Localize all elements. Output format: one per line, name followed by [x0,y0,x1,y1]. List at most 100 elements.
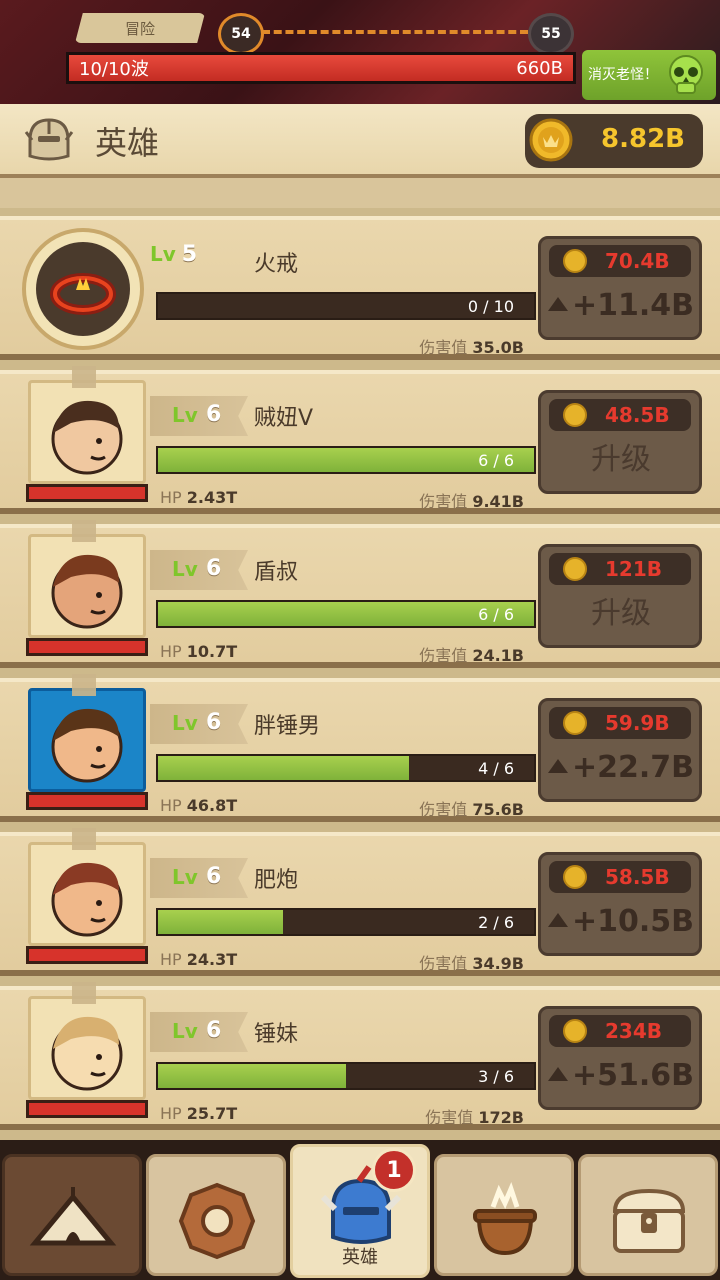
hp-label: HP [160,642,182,661]
hero-progress-fill [158,910,284,934]
list-top-stub [0,178,720,208]
hero-damage: 伤害值 34.9B [419,950,524,974]
damage-value: 35.0B [472,338,524,357]
coin-icon [563,711,587,735]
hero-name: 盾叔 [254,560,299,585]
hero-progress-bar: 4 / 6 [156,754,536,782]
hero-progress-bar: 6 / 6 [156,600,536,628]
hero-portrait[interactable] [28,534,146,638]
wave-text: 10/10波 [79,59,149,80]
damage-value: 24.1B [472,646,524,665]
hero-face-icon [51,708,123,783]
hero-level: Lv 6 [150,396,248,436]
treasure-chest-icon [612,1188,686,1253]
level-value: 6 [206,1018,222,1043]
level-value: 6 [206,710,222,735]
hero-upgrade-button[interactable]: 48.5B 升级 [538,390,702,494]
hero-face-icon [51,1016,123,1091]
hp-value: 25.7T [186,1104,238,1123]
hero-row[interactable]: Lv 6 贼妞V 6 / 6 HP 2.43T 伤害值 9.41B 48.5B … [0,366,720,514]
hero-damage: 伤害值 9.41B [419,488,524,512]
hero-list[interactable]: Lv 5 火戒 0 / 10 伤害值 35.0B 70.4B +11.4B Lv… [0,178,720,1140]
hero-progress-fill [158,1064,346,1088]
damage-label: 伤害值 [419,954,468,973]
hp-label: HP [160,1104,182,1123]
hero-progress-bar: 3 / 6 [156,1062,536,1090]
hero-row[interactable]: Lv 6 胖锤男 4 / 6 HP 46.8T 伤害值 75.6B 59.9B … [0,674,720,822]
hero-hp: HP 2.43T [160,488,237,507]
tab-chest[interactable] [578,1154,718,1276]
damage-label: 伤害值 [419,338,468,357]
cost-box: 59.9B [549,707,691,739]
cost-box: 48.5B [549,399,691,431]
bottom-nav: 英雄 [0,1140,720,1280]
item-name: 火戒 [254,252,299,277]
hero-damage: 伤害值 75.6B [419,796,524,820]
coin-icon [563,557,587,581]
heroes-header: 英雄 8.82B [0,104,720,178]
upgrade-action: 升级 [591,596,651,631]
tab-camp[interactable] [2,1154,142,1276]
upgrade-action: +22.7B [547,745,695,791]
hero-level: Lv 6 [150,704,248,744]
hero-name: 胖锤男 [254,714,321,739]
gold-amount: 8.82B [601,124,685,154]
hero-row[interactable]: Lv 6 肥炮 2 / 6 HP 24.3T 伤害值 34.9B 58.5B +… [0,828,720,976]
hp-value: 10.7T [186,642,238,661]
skull-icon [669,55,703,94]
helmet-icon [24,118,74,161]
stage-label[interactable]: 冒险 [75,13,205,43]
boss-hp-value: 660B [516,57,563,79]
level-prefix: Lv [172,1019,198,1043]
hero-portrait[interactable] [28,842,146,946]
coin-icon [563,249,587,273]
arrow-up-icon [547,913,568,927]
arrow-up-icon [547,759,568,773]
cost-box: 58.5B [549,861,691,893]
hero-portrait[interactable] [28,380,146,484]
tent-icon [29,1187,117,1246]
hero-upgrade-button[interactable]: 59.9B +22.7B [538,698,702,802]
damage-value: 172B [478,1108,524,1127]
gear-icon [178,1182,256,1260]
item-damage: 伤害值 35.0B [419,334,524,358]
tab-skills[interactable] [146,1154,286,1276]
cost-value: 58.5B [605,865,670,889]
cost-value: 59.9B [605,711,670,735]
hero-upgrade-button[interactable]: 121B 升级 [538,544,702,648]
hero-row[interactable]: Lv 6 盾叔 6 / 6 HP 10.7T 伤害值 24.1B 121B 升级 [0,520,720,668]
item-progress-bar: 0 / 10 [156,292,536,320]
defeat-boss-button[interactable]: 消灭老怪！ [582,50,716,100]
defeat-boss-label: 消灭老怪！ [588,67,658,83]
level-prefix: Lv [150,242,176,266]
hero-hp: HP 24.3T [160,950,237,969]
hero-row[interactable]: Lv 6 锤妹 3 / 6 HP 25.7T 伤害值 172B 234B +51… [0,982,720,1130]
hero-progress-bar: 2 / 6 [156,908,536,936]
upgrade-action: +10.5B [547,899,695,945]
hero-damage: 伤害值 24.1B [419,642,524,666]
hero-portrait[interactable] [28,996,146,1100]
hp-value: 24.3T [186,950,238,969]
cost-box: 70.4B [549,245,691,277]
hero-upgrade-button[interactable]: 234B +51.6B [538,1006,702,1110]
tab-cauldron[interactable] [434,1154,574,1276]
stage-path [262,30,528,34]
cost-value: 234B [605,1019,662,1043]
level-value: 6 [206,402,222,427]
item-upgrade-button[interactable]: 70.4B +11.4B [538,236,702,340]
hero-portrait[interactable] [28,688,146,792]
tab-heroes-label: 英雄 [342,1247,378,1268]
hero-hp-strip [26,484,148,502]
hero-progress-text: 6 / 6 [478,451,514,470]
item-row-ring[interactable]: Lv 5 火戒 0 / 10 伤害值 35.0B 70.4B +11.4B [0,216,720,360]
hero-upgrade-button[interactable]: 58.5B +10.5B [538,852,702,956]
hero-hp-strip [26,1100,148,1118]
tape-decoration [72,674,96,696]
hero-hp: HP 10.7T [160,642,237,661]
tape-decoration [72,982,96,1004]
level-prefix: Lv [172,865,198,889]
hero-level: Lv 6 [150,550,248,590]
cost-value: 70.4B [605,249,670,273]
damage-label: 伤害值 [419,492,468,511]
hero-hp: HP 46.8T [160,796,237,815]
